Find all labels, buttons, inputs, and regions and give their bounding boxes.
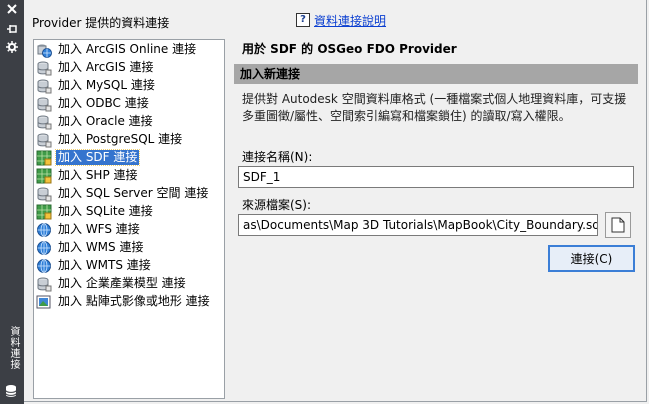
- source-file-label: 來源檔案(S):: [242, 198, 312, 212]
- provider-item[interactable]: 加入 ArcGIS Online 連接: [36, 41, 198, 58]
- description-line: 提供對 Autodesk 空間資料庫格式 (一種檔案式個人地理資料庫，可支援: [242, 92, 627, 106]
- database-icon: [36, 96, 52, 112]
- database-icon: [36, 114, 52, 130]
- provider-item-label: 加入 Oracle 連接: [58, 114, 153, 128]
- provider-item[interactable]: 加入 ODBC 連接: [36, 95, 151, 112]
- provider-item[interactable]: 加入 PostgreSQL 連接: [36, 131, 184, 148]
- provider-item-label: 加入 SDF 連接: [54, 149, 141, 166]
- connection-name-label: 連接名稱(N):: [242, 150, 313, 164]
- globe-database-icon: [36, 42, 52, 58]
- globe-icon: [36, 240, 52, 256]
- raster-image-icon: [36, 294, 52, 310]
- section-header: 加入新連接: [234, 64, 638, 84]
- provider-item-label: 加入 WMTS 連接: [58, 258, 151, 272]
- source-file-input[interactable]: as\Documents\Map 3D Tutorials\MapBook\Ci…: [238, 214, 598, 236]
- provider-item[interactable]: 加入 Oracle 連接: [36, 113, 155, 130]
- browse-button[interactable]: [605, 212, 631, 238]
- database-icon: [36, 78, 52, 94]
- provider-item-label: 加入 點陣式影像或地形 連接: [58, 294, 210, 308]
- provider-item[interactable]: 加入 SDF 連接: [36, 149, 141, 166]
- provider-item-label: 加入 MySQL 連接: [58, 78, 155, 92]
- database-icon: [36, 132, 52, 148]
- provider-item[interactable]: 加入 ArcGIS 連接: [36, 59, 156, 76]
- provider-item[interactable]: 加入 MySQL 連接: [36, 77, 157, 94]
- provider-item-label: 加入 PostgreSQL 連接: [58, 132, 183, 146]
- provider-item[interactable]: 加入 WMS 連接: [36, 239, 145, 256]
- data-connect-panel: Provider 提供的資料連接 ? 資料連接說明 加入 ArcGIS Onli…: [24, 0, 647, 402]
- file-icon: [611, 217, 625, 233]
- database-icon: [36, 60, 52, 76]
- database-icon: [36, 276, 52, 292]
- palette-title: 資料連接: [8, 326, 19, 370]
- map-grid-icon: [36, 168, 52, 184]
- help-link[interactable]: 資料連接說明: [314, 12, 386, 29]
- pin-icon[interactable]: [4, 23, 20, 37]
- provider-item-label: 加入 ODBC 連接: [58, 96, 149, 110]
- palette-sidebar: 資料連接: [0, 0, 24, 404]
- gear-icon[interactable]: [4, 41, 20, 55]
- provider-item-label: 加入 ArcGIS 連接: [58, 60, 154, 74]
- provider-item[interactable]: 加入 SQLite 連接: [36, 203, 155, 220]
- close-icon[interactable]: [4, 3, 20, 17]
- provider-item[interactable]: 加入 SHP 連接: [36, 167, 140, 184]
- provider-item-label: 加入 SQL Server 空間 連接: [58, 186, 209, 200]
- provider-item[interactable]: 加入 SQL Server 空間 連接: [36, 185, 210, 202]
- provider-item-label: 加入 企業產業模型 連接: [58, 276, 186, 290]
- provider-item[interactable]: 加入 WFS 連接: [36, 221, 142, 238]
- provider-item[interactable]: 加入 企業產業模型 連接: [36, 275, 188, 292]
- connection-name-input[interactable]: SDF_1: [238, 166, 634, 188]
- provider-list[interactable]: 加入 ArcGIS Online 連接 加入 ArcGIS 連接 加入 MySQL …: [33, 39, 225, 399]
- description-line: 多重圖徵/屬性、空間索引編寫和檔案鎖住) 的讀取/寫入權限。: [242, 109, 571, 123]
- provider-title: 用於 SDF 的 OSGeo FDO Provider: [242, 42, 457, 56]
- provider-item-label: 加入 WMS 連接: [58, 240, 144, 254]
- globe-icon: [36, 222, 52, 238]
- provider-item-label: 加入 ArcGIS Online 連接: [58, 42, 197, 56]
- provider-item[interactable]: 加入 WMTS 連接: [36, 257, 153, 274]
- provider-item-label: 加入 SHP 連接: [58, 168, 138, 182]
- provider-item-label: 加入 SQLite 連接: [58, 204, 153, 218]
- help-area: ? 資料連接說明: [296, 12, 386, 28]
- provider-item[interactable]: 加入 點陣式影像或地形 連接: [36, 293, 212, 310]
- map-grid-icon: [36, 204, 52, 220]
- database-icon: [36, 186, 52, 202]
- connect-button[interactable]: 連接(C): [548, 245, 635, 272]
- globe-icon: [36, 258, 52, 274]
- help-icon: ?: [296, 13, 310, 27]
- map-grid-icon: [36, 150, 52, 166]
- provider-list-title: Provider 提供的資料連接: [32, 16, 170, 30]
- provider-description: 提供對 Autodesk 空間資料庫格式 (一種檔案式個人地理資料庫，可支援 多…: [242, 91, 634, 125]
- provider-item-label: 加入 WFS 連接: [58, 222, 140, 236]
- database-icon[interactable]: [4, 384, 20, 398]
